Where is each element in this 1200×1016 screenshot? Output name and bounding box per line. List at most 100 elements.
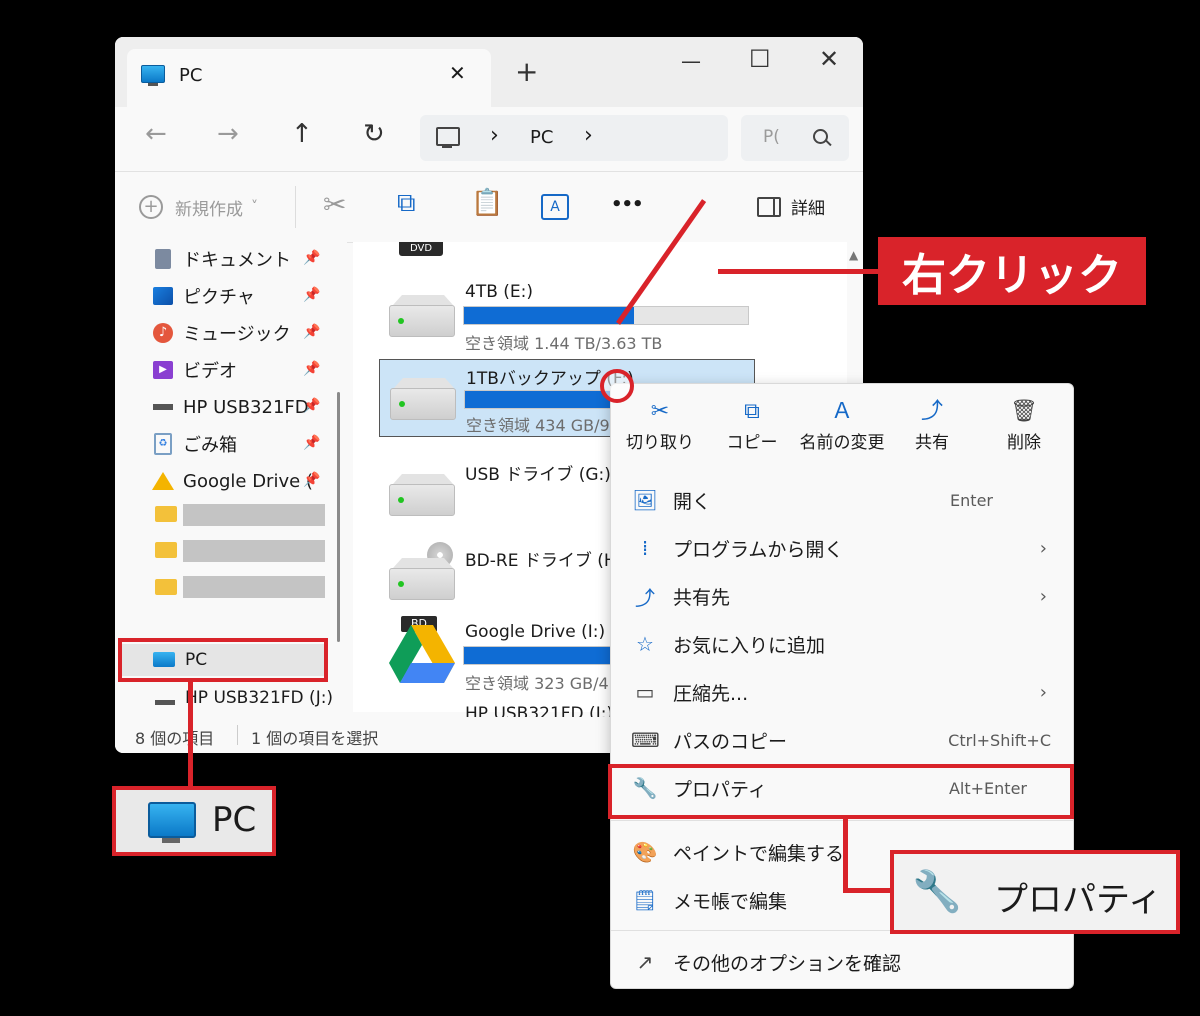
menu-item-add-favorite[interactable]: ☆ お気に入りに追加 — [611, 620, 1073, 668]
sidebar-item-music[interactable]: ♪ ミュージック — [151, 316, 291, 350]
sidebar-item-label: ビデオ — [183, 361, 237, 382]
notepad-icon: 🗒 — [632, 888, 658, 912]
cut-icon: ✂ — [650, 399, 670, 424]
drive-name: BD-RE ドライブ (H:) — [465, 551, 630, 571]
search-box[interactable]: P( — [741, 115, 849, 161]
chevron-right-icon: › — [584, 123, 593, 148]
new-button[interactable]: + 新規作成 ˅ — [139, 194, 258, 220]
share-icon: ⤴ — [635, 585, 655, 610]
rename-icon[interactable]: A — [541, 194, 569, 220]
drive-free-space: 空き領域 434 GB/9 — [466, 416, 610, 435]
more-options-button[interactable]: ••• — [611, 194, 644, 215]
sidebar-item-usb[interactable]: HP USB321FD — [151, 390, 309, 424]
properties-zoom-callout: 🔧 プロパティ — [890, 850, 1180, 934]
minimize-button[interactable]: — — [681, 49, 701, 73]
sidebar-item-videos[interactable]: ▶ ビデオ — [151, 353, 237, 387]
menu-item-label: 開く — [673, 490, 712, 513]
sidebar-item-label: ドキュメント — [183, 250, 291, 271]
tab-close-icon[interactable]: ✕ — [449, 61, 466, 85]
monitor-icon — [141, 65, 165, 83]
address-bar[interactable]: › PC › — [420, 115, 728, 161]
zip-folder-icon: ▭ — [635, 680, 655, 704]
copy-button[interactable]: ⧉ コピー — [707, 396, 797, 466]
address-location[interactable]: PC — [530, 127, 553, 148]
pin-icon: 📌 — [303, 472, 321, 488]
callout-line — [843, 819, 848, 891]
cut-icon[interactable]: ✂ — [323, 188, 346, 221]
delete-button[interactable]: 🗑 削除 — [979, 396, 1069, 466]
delete-label: 削除 — [1007, 433, 1041, 453]
copy-icon: ⧉ — [744, 399, 760, 424]
tab-pc[interactable]: PC ✕ — [127, 49, 491, 107]
callout-line — [718, 269, 880, 274]
chevron-right-icon: › — [490, 123, 499, 148]
pin-icon: 📌 — [303, 324, 321, 340]
folder-icon — [155, 506, 177, 522]
share-button[interactable]: ⤴ 共有 — [887, 396, 977, 466]
bd-drive-icon — [389, 568, 455, 600]
refresh-button[interactable]: ↻ — [363, 119, 385, 149]
sidebar-item-label: HP USB321FD — [183, 396, 309, 418]
sidebar-item-documents[interactable]: ドキュメント — [151, 242, 291, 276]
menu-item-open[interactable]: 🖼 開く Enter — [611, 476, 1073, 524]
sidebar-scrollbar[interactable] — [337, 392, 340, 642]
paste-icon[interactable]: 📋 — [471, 188, 503, 218]
sidebar-item-label: ピクチャ — [183, 287, 255, 308]
forward-button[interactable]: → — [217, 119, 239, 149]
pictures-icon — [151, 284, 175, 308]
redacted-folder[interactable] — [183, 504, 325, 526]
search-input[interactable]: P( — [763, 127, 780, 147]
click-point-marker — [600, 369, 634, 403]
drive-name: Google Drive (I:) — [465, 622, 606, 642]
maximize-button[interactable]: ☐ — [749, 45, 771, 73]
cut-button[interactable]: ✂ 切り取り — [615, 396, 705, 466]
sidebar-item-pictures[interactable]: ピクチャ — [151, 279, 255, 313]
star-icon: ☆ — [636, 632, 654, 656]
up-button[interactable]: ↑ — [291, 119, 313, 149]
menu-item-label: その他のオプションを確認 — [673, 952, 902, 975]
video-icon: ▶ — [151, 358, 175, 382]
menu-item-more-options[interactable]: ↗ その他のオプションを確認 — [611, 938, 1073, 986]
details-button[interactable]: 詳細 — [757, 194, 825, 219]
pc-highlight-box — [118, 638, 328, 682]
hard-drive-icon — [389, 305, 455, 337]
navigation-bar: ← → ↑ ↻ › PC › P( — [115, 107, 863, 171]
sidebar-item-recycle-bin[interactable]: ♻ ごみ箱 — [151, 427, 237, 461]
menu-item-label: お気に入りに追加 — [673, 634, 826, 657]
scroll-up-icon[interactable]: ▲ — [849, 248, 858, 262]
drive-name: 4TB (E:) — [465, 282, 533, 302]
menu-item-share-to[interactable]: ⤴ 共有先 › — [611, 572, 1073, 620]
chevron-down-icon: ˅ — [251, 199, 258, 215]
usb-drive-icon — [151, 395, 175, 419]
image-icon: 🖼 — [632, 488, 658, 512]
menu-item-label: パスのコピー — [673, 730, 788, 753]
drive-name: USB ドライブ (G:) — [465, 465, 611, 485]
folder-icon — [155, 579, 177, 595]
cut-label: 切り取り — [626, 433, 694, 453]
menu-item-label: メモ帳で編集 — [673, 890, 788, 913]
sidebar-item-google-drive[interactable]: Google Drive ( — [151, 464, 313, 498]
pc-zoom-label: PC — [212, 800, 257, 840]
new-tab-button[interactable]: + — [515, 55, 538, 88]
hard-drive-icon — [389, 484, 455, 516]
rename-button[interactable]: Ａ 名前の変更 — [797, 396, 887, 466]
pin-icon: 📌 — [303, 398, 321, 414]
menu-item-copy-path[interactable]: ⌨ パスのコピー Ctrl+Shift+C — [611, 716, 1073, 764]
menu-item-open-with[interactable]: ⁞ プログラムから開く › — [611, 524, 1073, 572]
pc-zoom-callout: PC — [112, 786, 276, 856]
new-label: 新規作成 — [175, 199, 243, 220]
properties-highlight-box — [608, 764, 1074, 819]
plus-circle-icon: + — [139, 195, 163, 219]
redacted-folder[interactable] — [183, 540, 325, 562]
paint-icon: 🎨 — [632, 840, 658, 864]
back-button[interactable]: ← — [145, 119, 167, 149]
google-drive-icon — [389, 625, 455, 683]
sidebar-item-usb-j[interactable]: HP USB321FD (J:) — [185, 688, 333, 708]
close-button[interactable]: ✕ — [819, 45, 839, 73]
share-icon: ⤴ — [920, 399, 943, 424]
copy-icon[interactable]: ⧉ — [397, 188, 416, 219]
menu-item-compress[interactable]: ▭ 圧縮先... › — [611, 668, 1073, 716]
redacted-folder[interactable] — [183, 576, 325, 598]
right-click-callout: 右クリック — [878, 237, 1146, 305]
menu-item-label: ペイントで編集する — [673, 842, 845, 865]
